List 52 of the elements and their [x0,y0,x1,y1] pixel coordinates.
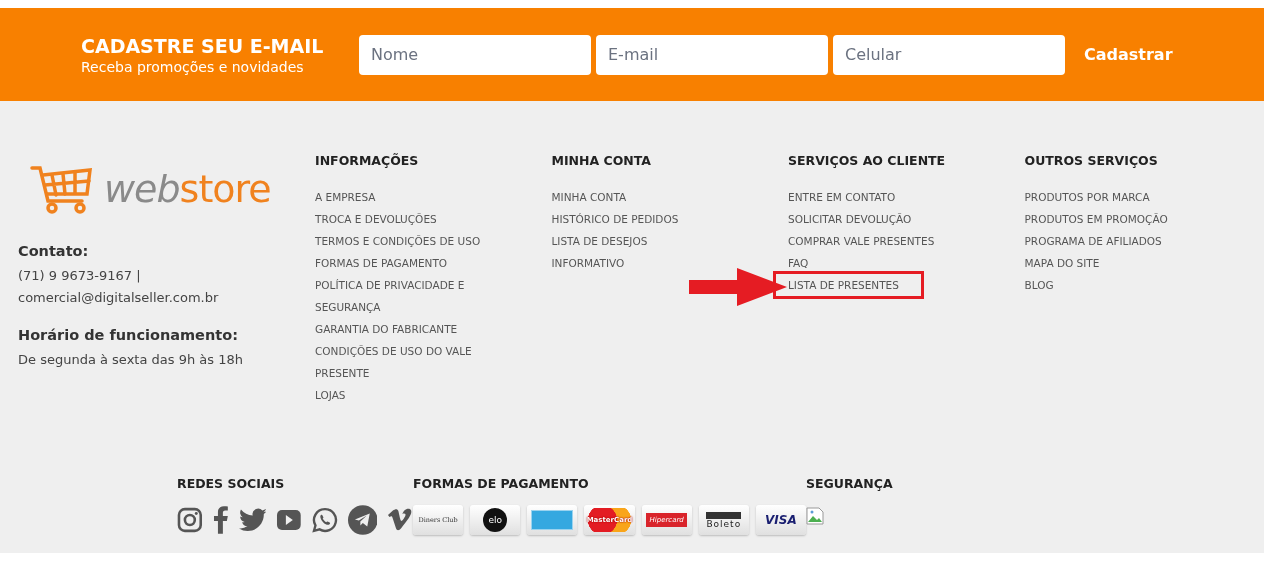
footer-link[interactable]: MINHA CONTA [551,186,742,208]
footer-link[interactable]: ENTRE EM CONTATO [788,186,978,208]
contact-heading: Contato: [18,243,90,259]
cart-icon [30,163,94,215]
footer-link[interactable]: LISTA DE DESEJOS [551,230,742,252]
newsletter-title: CADASTRE SEU E-MAIL [81,34,325,57]
input-field[interactable]: E-mail [596,34,828,75]
footer-link[interactable]: TROCA E DEVOLUÇÕES [315,208,505,230]
footer-link[interactable]: SOLICITAR DEVOLUÇÃO [788,208,978,230]
footer-link[interactable]: FAQ [788,252,978,274]
column-heading: MINHA CONTA [551,153,653,168]
footer-link[interactable]: TERMOS E CONDIÇÕES DE USO [315,230,505,252]
bird-icon[interactable] [238,508,267,532]
logo-text: webstore [104,167,271,211]
column-heading: SERVIÇOS AO CLIENTE [788,153,947,168]
input-field[interactable]: Nome [359,34,591,75]
newsletter-subtitle: Receba promoções e novidades [81,58,305,75]
footer-link[interactable]: FORMAS DE PAGAMENTO [315,252,505,274]
hours-text: De segunda à sexta das 9h às 18h [18,351,244,369]
payment-card: Boleto [698,505,749,535]
footer-link[interactable]: COMPRAR VALE PRESENTES [788,230,978,252]
footer-link[interactable]: PRODUTOS POR MARCA [1024,186,1215,208]
section-heading: SEGURANÇA [806,476,893,491]
contact-text: (71) 9 9673-9167 | [18,267,142,285]
footer-link[interactable]: PROGRAMA DE AFILIADOS [1024,230,1215,252]
payment-card [527,505,578,535]
instagram-icon[interactable] [177,507,203,533]
footer-link[interactable]: CONDIÇÕES DE USO DO VALE PRESENTE [315,340,505,384]
section-heading: FORMAS DE PAGAMENTO [413,476,590,491]
footer-link[interactable]: A EMPRESA [315,186,505,208]
footer-link[interactable]: GARANTIA DO FABRICANTE [315,318,505,340]
footer-link[interactable]: BLOG [1024,274,1215,296]
footer-link[interactable]: PRODUTOS EM PROMOÇÃO [1024,208,1215,230]
broken-image-icon [806,507,824,525]
facebook-icon[interactable] [212,506,229,534]
whatsapp-icon[interactable] [311,507,338,533]
column-heading: INFORMAÇÕES [315,153,420,168]
column-heading: OUTROS SERVIÇOS [1024,153,1159,168]
footer-link[interactable]: HISTÓRICO DE PEDIDOS [551,208,742,230]
contact-text: comercial@digitalseller.com.br [18,289,220,307]
input-field[interactable]: Celular [833,34,1065,75]
payment-card: VISA [755,505,806,535]
paper-plane-icon[interactable] [347,505,378,535]
section-heading: REDES SOCIAIS [177,476,286,491]
footer-link[interactable]: LOJAS [315,384,505,406]
hours-heading: Horário de funcionamento: [18,327,239,343]
payment-card: elo [470,505,521,535]
highlighted-link[interactable]: LISTA DE PRESENTES [776,274,921,296]
vimeo-icon[interactable] [387,508,413,532]
footer-link[interactable]: INFORMATIVO [551,252,742,274]
footer-link[interactable]: MAPA DO SITE [1024,252,1215,274]
footer-link[interactable]: POLÍTICA DE PRIVACIDADE E SEGURANÇA [315,274,505,318]
